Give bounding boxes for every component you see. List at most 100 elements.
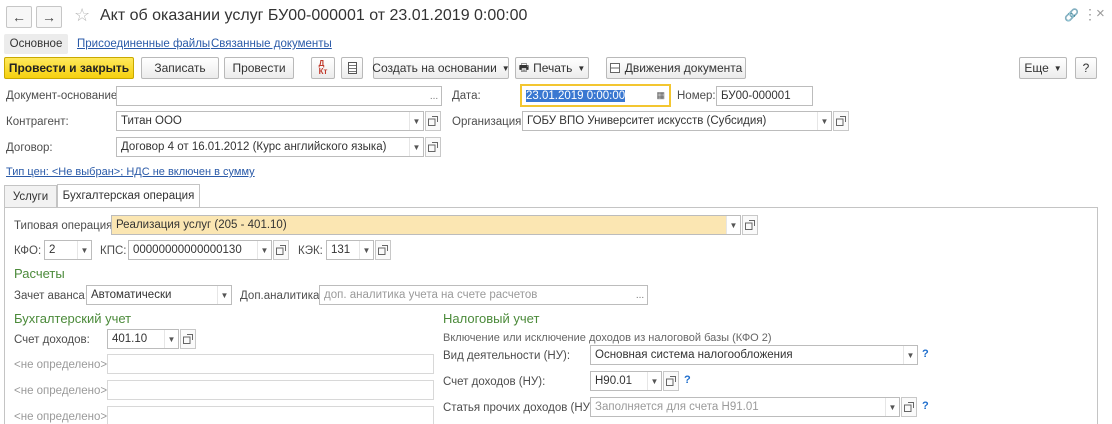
report-button[interactable] <box>341 57 363 79</box>
chevron-down-icon[interactable]: ▼ <box>726 216 740 234</box>
open-counterparty-button[interactable] <box>425 111 441 131</box>
close-icon[interactable]: × <box>1096 5 1105 22</box>
open-icon <box>666 376 676 386</box>
activity-help-icon[interactable]: ? <box>922 348 929 360</box>
analytics-label: Доп.аналитика: <box>240 290 323 302</box>
chevron-down-icon[interactable]: ▼ <box>77 241 91 259</box>
open-icon <box>745 220 755 230</box>
printer-icon: 🖶 <box>518 61 530 74</box>
income-account-field[interactable]: 401.10 ▼ <box>107 329 179 349</box>
kps-field[interactable]: 00000000000000130 ▼ <box>128 240 272 260</box>
movements-icon <box>609 63 620 73</box>
chevron-down-icon: ▼ <box>1053 63 1062 73</box>
tab-services[interactable]: Услуги <box>4 185 57 207</box>
create-based-on-button[interactable]: Создать на основании ▼ <box>372 57 510 79</box>
other-income-help-icon[interactable]: ? <box>922 400 929 412</box>
chevron-down-icon: ▼ <box>577 63 586 73</box>
kek-field[interactable]: 131 ▼ <box>326 240 374 260</box>
post-and-close-button[interactable]: Провести и закрыть <box>4 57 134 79</box>
chevron-down-icon[interactable]: ▼ <box>885 398 899 416</box>
chevron-down-icon[interactable]: ▼ <box>817 112 831 130</box>
tax-title: Налоговый учет <box>443 311 540 326</box>
kfo-field[interactable]: 2 ▼ <box>44 240 92 260</box>
organization-field[interactable]: ГОБУ ВПО Университет искусств (Субсидия)… <box>522 111 832 131</box>
contract-field[interactable]: Договор 4 от 16.01.2012 (Курс английског… <box>116 137 424 157</box>
open-icon <box>428 116 438 126</box>
open-icon <box>836 116 846 126</box>
chevron-down-icon: ▼ <box>501 63 510 73</box>
post-button[interactable]: Провести <box>224 57 294 79</box>
base-doc-label: Документ-основание: <box>6 90 121 102</box>
open-icon <box>428 142 438 152</box>
print-button[interactable]: 🖶 Печать ▼ <box>515 57 589 79</box>
open-tax-income-account-button[interactable] <box>663 371 679 391</box>
tab-attached-files[interactable]: Присоединенные файлы <box>77 38 210 50</box>
open-icon <box>276 245 286 255</box>
typical-operation-label: Типовая операция: <box>14 220 116 232</box>
more-vert-icon[interactable]: ⋮ <box>1083 6 1097 23</box>
number-field[interactable]: БУ00-000001 <box>716 86 813 106</box>
date-field[interactable]: 23.01.2019 0:00:00 ▦ <box>520 84 671 107</box>
chevron-down-icon[interactable]: ▼ <box>647 372 661 390</box>
open-operation-button[interactable] <box>742 215 758 235</box>
activity-label: Вид деятельности (НУ): <box>443 350 571 362</box>
help-button[interactable]: ? <box>1075 57 1097 79</box>
open-icon <box>904 402 914 412</box>
dt-kt-button[interactable]: Д Кт <box>311 57 335 79</box>
other-income-label: Статья прочих доходов (НУ): <box>443 402 598 414</box>
open-icon <box>183 334 193 344</box>
income-account-label: Счет доходов: <box>14 334 90 346</box>
tax-income-account-field[interactable]: Н90.01 ▼ <box>590 371 662 391</box>
tax-income-account-label: Счет доходов (НУ): <box>443 376 546 388</box>
activity-field[interactable]: Основная система налогообложения ▼ <box>590 345 918 365</box>
analytics-field[interactable]: доп. аналитика учета на счете расчетов .… <box>319 285 648 305</box>
open-kps-button[interactable] <box>273 240 289 260</box>
undefined-label-3: <не определено>: <box>14 411 111 423</box>
calendar-icon[interactable]: ▦ <box>656 90 665 101</box>
chevron-down-icon[interactable]: ▼ <box>409 112 423 130</box>
chevron-down-icon[interactable]: ▼ <box>359 241 373 259</box>
settlements-title: Расчеты <box>14 266 65 281</box>
select-dots-icon[interactable]: ... <box>427 87 441 105</box>
chevron-down-icon[interactable]: ▼ <box>164 330 178 348</box>
price-type-link[interactable]: Тип цен: <Не выбран>; НДС не включен в с… <box>6 166 255 178</box>
base-doc-field[interactable]: ... <box>116 86 442 106</box>
back-arrow-icon: ← <box>12 9 26 25</box>
open-other-income-button[interactable] <box>901 397 917 417</box>
kek-label: КЭК: <box>298 245 323 257</box>
undefined-field-3[interactable] <box>107 406 434 424</box>
open-organization-button[interactable] <box>833 111 849 131</box>
tax-income-help-icon[interactable]: ? <box>684 374 691 386</box>
chevron-down-icon[interactable]: ▼ <box>409 138 423 156</box>
kfo-label: КФО: <box>14 245 42 257</box>
link-icon[interactable]: 🔗 <box>1064 8 1079 22</box>
select-dots-icon[interactable]: ... <box>633 286 647 304</box>
chevron-down-icon[interactable]: ▼ <box>257 241 271 259</box>
undefined-field-1[interactable] <box>107 354 434 374</box>
window-title: Акт об оказании услуг БУ00-000001 от 23.… <box>100 7 528 24</box>
open-income-account-button[interactable] <box>180 329 196 349</box>
back-button[interactable]: ← <box>6 6 32 28</box>
save-button[interactable]: Записать <box>141 57 219 79</box>
undefined-label-1: <не определено>: <box>14 359 111 371</box>
star-icon[interactable]: ☆ <box>74 5 90 26</box>
tab-main[interactable]: Основное <box>4 34 68 54</box>
tab-accounting-operation[interactable]: Бухгалтерская операция <box>57 184 200 207</box>
typical-operation-field[interactable]: Реализация услуг (205 - 401.10) ▼ <box>111 215 741 235</box>
number-label: Номер: <box>677 90 716 102</box>
chevron-down-icon[interactable]: ▼ <box>217 286 231 304</box>
open-contract-button[interactable] <box>425 137 441 157</box>
chevron-down-icon[interactable]: ▼ <box>903 346 917 364</box>
other-income-field[interactable]: Заполняется для счета Н91.01 ▼ <box>590 397 900 417</box>
forward-arrow-icon: → <box>42 9 56 25</box>
open-kek-button[interactable] <box>375 240 391 260</box>
report-icon <box>347 62 357 74</box>
advance-field[interactable]: Автоматически ▼ <box>86 285 232 305</box>
tab-related-docs[interactable]: Связанные документы <box>211 38 332 50</box>
advance-label: Зачет аванса: <box>14 290 89 302</box>
document-movements-button[interactable]: Движения документа <box>606 57 746 79</box>
more-button[interactable]: Еще ▼ <box>1019 57 1067 79</box>
undefined-field-2[interactable] <box>107 380 434 400</box>
forward-button[interactable]: → <box>36 6 62 28</box>
counterparty-field[interactable]: Титан ООО ▼ <box>116 111 424 131</box>
